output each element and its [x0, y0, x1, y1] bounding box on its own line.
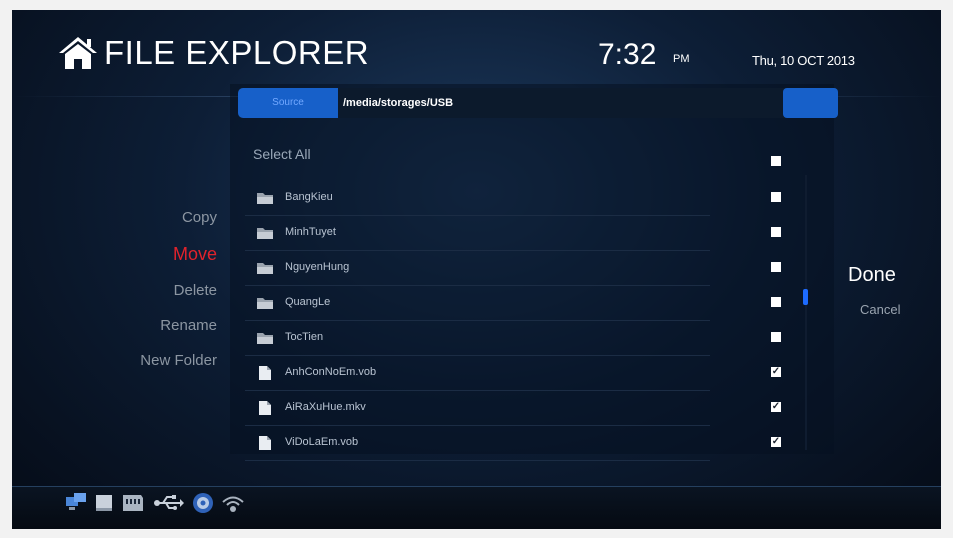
- row-label: ViDoLaEm.vob: [285, 436, 359, 448]
- menu-rename[interactable]: Rename: [160, 317, 217, 334]
- scrollbar-track[interactable]: [805, 175, 807, 450]
- source-button[interactable]: Source: [238, 88, 338, 118]
- row-label: MinhTuyet: [285, 226, 336, 238]
- app-title: FILE EXPLORER: [104, 34, 370, 71]
- clock-ampm: PM: [673, 53, 690, 65]
- folder-row[interactable]: NguyenHung: [245, 251, 710, 286]
- clock-date: Thu, 10 OCT 2013: [752, 53, 855, 68]
- folder-row[interactable]: TocTien: [245, 321, 710, 356]
- menu-new-folder[interactable]: New Folder: [140, 352, 217, 369]
- row-label: TocTien: [285, 331, 324, 343]
- source-path: /media/storages/USB: [343, 97, 454, 109]
- select-all-checkbox[interactable]: [771, 156, 781, 166]
- clock-time: 7:32: [598, 38, 657, 71]
- file-icon: [259, 366, 271, 380]
- folder-icon: [257, 333, 273, 344]
- menu-copy[interactable]: Copy: [182, 209, 217, 226]
- row-label: BangKieu: [285, 191, 333, 203]
- file-row[interactable]: ViDoLaEm.vob: [245, 426, 710, 461]
- wifi-icon: [222, 496, 244, 512]
- card-reader-icon: [123, 495, 143, 511]
- done-button[interactable]: Done: [848, 264, 896, 287]
- checkbox[interactable]: [771, 332, 781, 342]
- cancel-button[interactable]: Cancel: [860, 302, 900, 317]
- checkbox[interactable]: [771, 262, 781, 272]
- file-icon: [259, 436, 271, 450]
- checked-checkbox[interactable]: ✓: [771, 367, 781, 377]
- source-side-button[interactable]: [783, 88, 838, 118]
- menu-move[interactable]: Move: [173, 244, 217, 265]
- storage-icon: [96, 495, 112, 511]
- folder-icon: [257, 263, 273, 274]
- scrollbar-thumb[interactable]: [803, 289, 808, 305]
- row-label: NguyenHung: [285, 261, 350, 273]
- checked-checkbox[interactable]: ✓: [771, 437, 781, 447]
- checkbox[interactable]: [771, 227, 781, 237]
- menu-delete[interactable]: Delete: [174, 282, 217, 299]
- folder-icon: [257, 298, 273, 309]
- file-icon: [259, 401, 271, 415]
- row-label: AiRaXuHue.mkv: [285, 401, 366, 413]
- network-icon: [66, 493, 86, 510]
- folder-row[interactable]: BangKieu: [245, 181, 710, 216]
- checkbox[interactable]: [771, 192, 781, 202]
- folder-icon: [257, 193, 273, 204]
- checkbox[interactable]: [771, 297, 781, 307]
- home-icon[interactable]: [58, 36, 98, 70]
- file-row[interactable]: AiRaXuHue.mkv: [245, 391, 710, 426]
- select-all-label: Select All: [253, 146, 311, 162]
- checked-checkbox[interactable]: ✓: [771, 402, 781, 412]
- row-label: AnhConNoEm.vob: [285, 366, 377, 378]
- folder-row[interactable]: QuangLe: [245, 286, 710, 321]
- folder-row[interactable]: MinhTuyet: [245, 216, 710, 251]
- usb-icon: [154, 495, 184, 510]
- folder-icon: [257, 228, 273, 239]
- 3d-icon: [193, 493, 213, 513]
- file-row[interactable]: AnhConNoEm.vob: [245, 356, 710, 391]
- row-label: QuangLe: [285, 296, 331, 308]
